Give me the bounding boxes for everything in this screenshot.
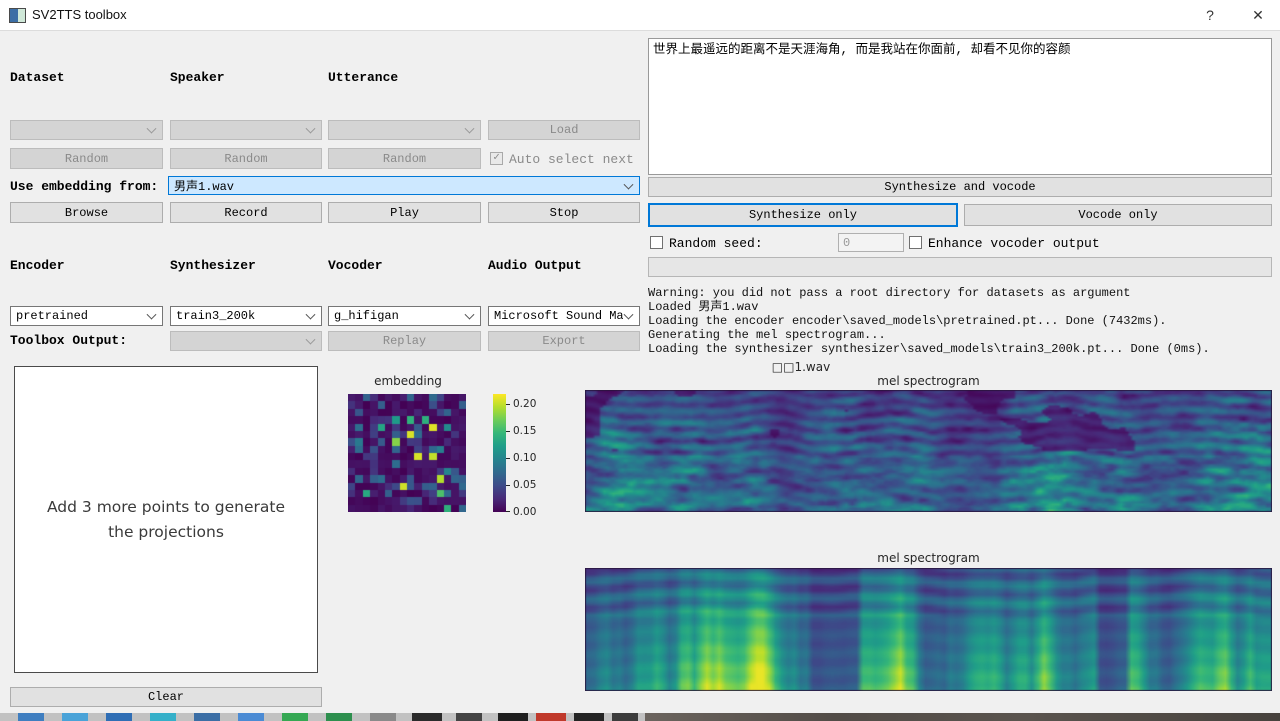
embedding-heatmap: [348, 394, 466, 512]
synthesizer-value: train3_200k: [176, 309, 255, 323]
load-button[interactable]: Load: [488, 120, 640, 140]
colorbar-tick-label: 0.10: [513, 452, 536, 464]
synthesize-only-button[interactable]: Synthesize only: [648, 203, 958, 227]
log-line: Warning: you did not pass a root directo…: [648, 286, 1272, 300]
generated-mel-spectrogram: [585, 568, 1272, 691]
vocode-only-button[interactable]: Vocode only: [964, 204, 1272, 226]
app-icon: [9, 8, 26, 23]
encoder-label: Encoder: [10, 258, 65, 273]
dataset-select[interactable]: [10, 120, 163, 140]
text-to-synthesize-input[interactable]: 世界上最遥远的距离不是天涯海角, 而是我站在你面前, 却看不见你的容颜: [648, 38, 1272, 175]
utterance-random-button[interactable]: Random: [328, 148, 481, 169]
audio-output-value: Microsoft Sound Mapp: [494, 309, 623, 323]
colorbar-tick-mark: [506, 404, 510, 405]
export-button[interactable]: Export: [488, 331, 640, 351]
current-mel-title: mel spectrogram: [585, 374, 1272, 388]
chevron-down-icon: [465, 124, 475, 134]
chevron-down-icon: [624, 179, 634, 189]
chevron-down-icon: [306, 335, 316, 345]
progress-bar: [648, 257, 1272, 277]
auto-select-checkbox[interactable]: ✓: [490, 152, 503, 165]
embedding-plot-title: embedding: [330, 374, 486, 388]
utterance-select[interactable]: [328, 120, 481, 140]
log-line: Generating the mel spectrogram...: [648, 328, 1272, 342]
toolbox-output-select[interactable]: [170, 331, 322, 351]
colorbar-tick-label: 0.00: [513, 506, 536, 518]
utterance-label: Utterance: [328, 70, 398, 85]
speaker-random-button[interactable]: Random: [170, 148, 322, 169]
chevron-down-icon: [147, 124, 157, 134]
app-window: SV2TTS toolbox ? ✕ Dataset Speaker Utter…: [0, 0, 1280, 721]
clear-button[interactable]: Clear: [10, 687, 322, 707]
synthesize-and-vocode-button[interactable]: Synthesize and vocode: [648, 177, 1272, 197]
play-button[interactable]: Play: [328, 202, 481, 223]
embedding-source-value: 男声1.wav: [174, 177, 234, 194]
embedding-colorbar: [493, 394, 506, 512]
dataset-random-button[interactable]: Random: [10, 148, 163, 169]
synthesizer-label: Synthesizer: [170, 258, 256, 273]
colorbar-tick-label: 0.15: [513, 425, 536, 437]
projections-message: Add 3 more points to generate the projec…: [36, 495, 296, 543]
chevron-down-icon: [306, 124, 316, 134]
enhance-vocoder-checkbox[interactable]: [909, 236, 922, 249]
auto-select-label: Auto select next: [509, 152, 634, 167]
audio-output-label: Audio Output: [488, 258, 582, 273]
colorbar-tick-mark: [506, 431, 510, 432]
log-line: Loading the synthesizer synthesizer\save…: [648, 342, 1272, 356]
colorbar-tick-mark: [506, 511, 510, 512]
replay-button[interactable]: Replay: [328, 331, 481, 351]
vocoder-label: Vocoder: [328, 258, 383, 273]
dataset-label: Dataset: [10, 70, 65, 85]
chevron-down-icon: [624, 310, 634, 320]
encoder-value: pretrained: [16, 309, 88, 323]
colorbar-tick-mark: [506, 485, 510, 486]
log-output: Warning: you did not pass a root directo…: [648, 286, 1272, 356]
stop-button[interactable]: Stop: [488, 202, 640, 223]
taskbar-strip: [0, 713, 1280, 721]
use-embedding-label: Use embedding from:: [10, 179, 158, 194]
vocoder-select[interactable]: g_hifigan: [328, 306, 481, 326]
title-bar: SV2TTS toolbox ? ✕: [0, 0, 1280, 31]
chevron-down-icon: [465, 310, 475, 320]
help-button[interactable]: ?: [1193, 0, 1227, 30]
random-seed-label: Random seed:: [669, 236, 763, 251]
log-line: Loading the encoder encoder\saved_models…: [648, 314, 1272, 328]
enhance-vocoder-label: Enhance vocoder output: [928, 236, 1100, 251]
vocoder-value: g_hifigan: [334, 309, 399, 323]
chevron-down-icon: [306, 310, 316, 320]
chevron-down-icon: [147, 310, 157, 320]
current-mel-spectrogram: [585, 390, 1272, 512]
embedding-source-select[interactable]: 男声1.wav: [168, 176, 640, 195]
close-button[interactable]: ✕: [1241, 0, 1275, 30]
encoder-select[interactable]: pretrained: [10, 306, 163, 326]
colorbar-tick-label: 0.05: [513, 479, 536, 491]
speaker-select[interactable]: [170, 120, 322, 140]
record-button[interactable]: Record: [170, 202, 322, 223]
audio-output-select[interactable]: Microsoft Sound Mapp: [488, 306, 640, 326]
log-line: Loaded 男声1.wav: [648, 300, 1272, 314]
projections-plot: Add 3 more points to generate the projec…: [14, 366, 318, 673]
random-seed-checkbox[interactable]: [650, 236, 663, 249]
seed-value-input[interactable]: [838, 233, 904, 252]
browse-button[interactable]: Browse: [10, 202, 163, 223]
toolbox-output-label: Toolbox Output:: [10, 333, 127, 348]
window-title: SV2TTS toolbox: [32, 7, 127, 22]
speaker-label: Speaker: [170, 70, 225, 85]
generated-mel-title: mel spectrogram: [585, 551, 1272, 565]
colorbar-tick-mark: [506, 458, 510, 459]
colorbar-tick-label: 0.20: [513, 398, 536, 410]
figure-suptitle: □□1.wav: [330, 360, 1272, 374]
synthesizer-select[interactable]: train3_200k: [170, 306, 322, 326]
